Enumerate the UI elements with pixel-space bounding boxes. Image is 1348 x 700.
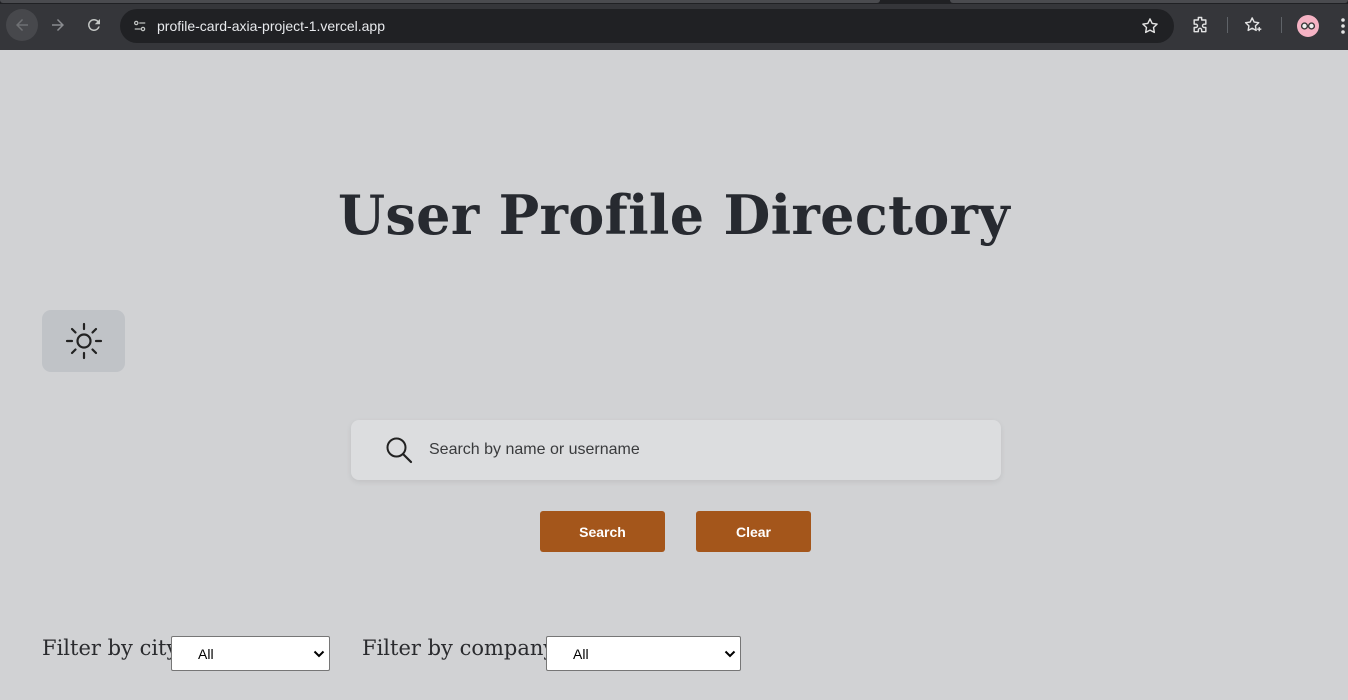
tab-edge bbox=[950, 0, 1348, 3]
search-icon bbox=[386, 437, 413, 464]
search-bar bbox=[351, 420, 1001, 480]
filter-city-label: Filter by city bbox=[42, 636, 179, 660]
url-text[interactable]: profile-card-axia-project-1.vercel.app bbox=[157, 18, 385, 34]
toolbar-separator bbox=[1227, 17, 1228, 33]
search-input[interactable] bbox=[429, 435, 969, 465]
reload-icon bbox=[88, 18, 100, 31]
extensions-icon[interactable] bbox=[1190, 15, 1210, 35]
toolbar-separator bbox=[1281, 17, 1282, 33]
reload-button[interactable] bbox=[78, 9, 110, 41]
search-button[interactable]: Search bbox=[540, 511, 665, 552]
city-select-value: All bbox=[198, 645, 214, 662]
forward-button[interactable] bbox=[42, 9, 74, 41]
sun-icon bbox=[65, 322, 102, 360]
browser-toolbar: profile-card-axia-project-1.vercel.app bbox=[0, 0, 1348, 50]
tab-strip bbox=[0, 0, 1348, 4]
clear-button[interactable]: Clear bbox=[696, 511, 811, 552]
tab-edge bbox=[0, 0, 880, 3]
site-info-icon[interactable] bbox=[128, 14, 152, 38]
chevron-down-icon bbox=[724, 650, 736, 658]
company-select[interactable]: All bbox=[546, 636, 741, 671]
bookmarks-icon[interactable] bbox=[1243, 15, 1263, 35]
arrow-right-icon bbox=[52, 19, 64, 31]
theme-toggle-button[interactable] bbox=[42, 310, 125, 372]
back-button[interactable] bbox=[6, 9, 38, 41]
arrow-left-icon bbox=[16, 19, 28, 31]
address-bar[interactable]: profile-card-axia-project-1.vercel.app bbox=[120, 9, 1174, 43]
profile-avatar[interactable] bbox=[1297, 15, 1319, 37]
city-select[interactable]: All bbox=[171, 636, 330, 671]
page-title: User Profile Directory bbox=[337, 183, 1010, 247]
company-select-value: All bbox=[573, 645, 589, 662]
chevron-down-icon bbox=[313, 650, 325, 658]
filter-company-label: Filter by company bbox=[362, 636, 556, 660]
bookmark-star-icon[interactable] bbox=[1140, 16, 1160, 36]
more-menu-icon[interactable] bbox=[1338, 16, 1348, 36]
